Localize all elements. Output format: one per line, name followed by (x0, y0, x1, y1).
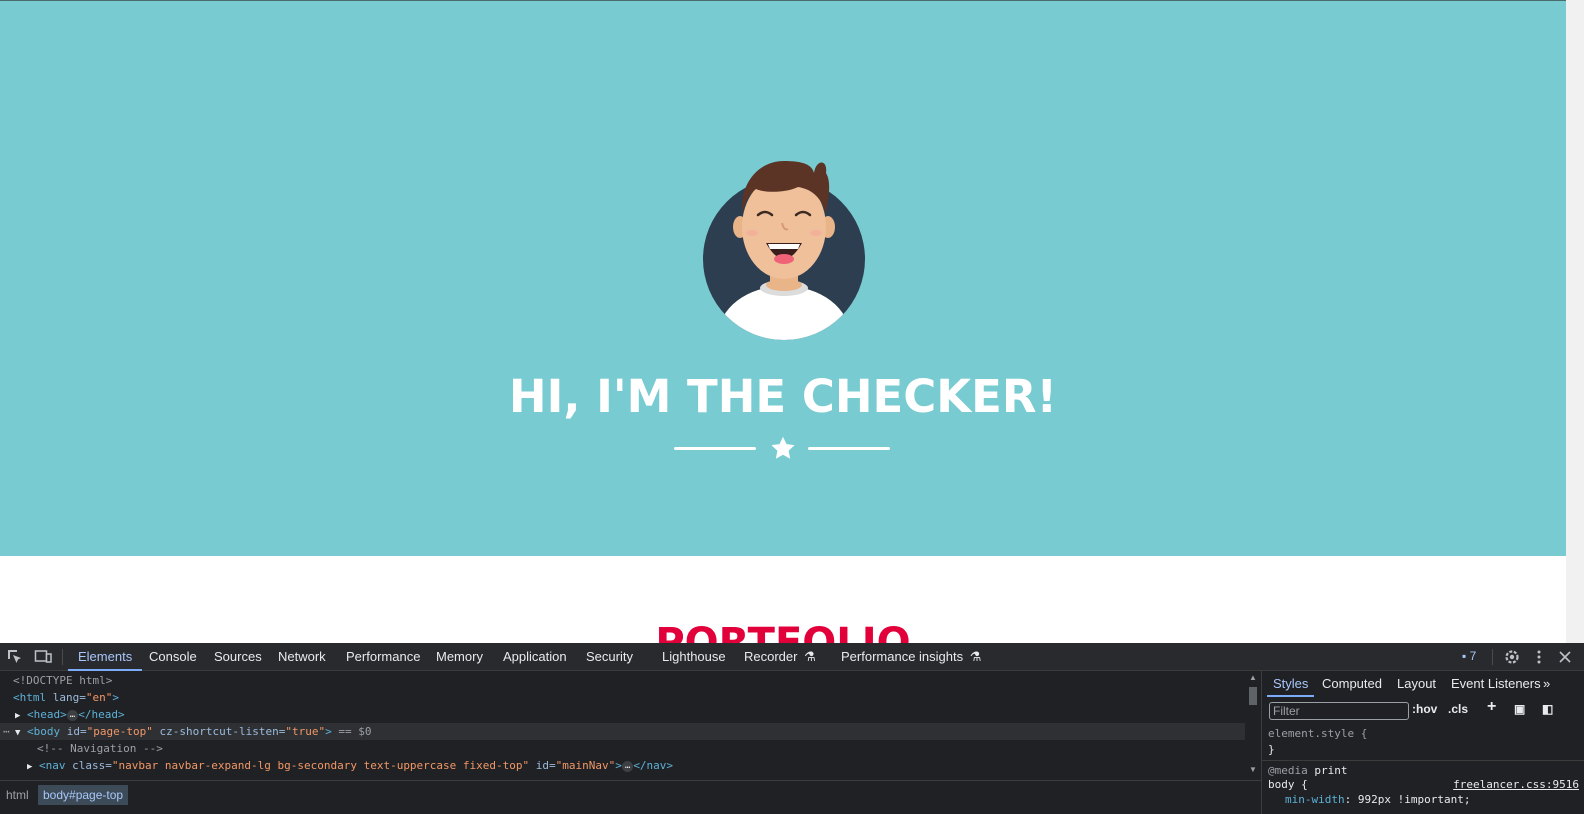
dom-body-node-selected[interactable]: ⋯ ▼ <body id="page-top" cz-shortcut-list… (0, 723, 1245, 740)
hov-toggle[interactable]: :hov (1412, 702, 1437, 716)
tab-computed[interactable]: Computed (1322, 671, 1382, 697)
star-icon (771, 436, 795, 459)
close-devtools-icon[interactable] (1556, 648, 1574, 666)
issues-counter[interactable]: ▪ 7 (1462, 643, 1476, 670)
ellipsis-badge[interactable]: … (66, 709, 79, 721)
tab-lighthouse[interactable]: Lighthouse (662, 643, 726, 670)
dom-scrollbar[interactable]: ▲ ▼ (1245, 671, 1261, 779)
dom-comment[interactable]: <!-- Navigation --> (37, 740, 163, 757)
avatar (703, 161, 865, 340)
element-style-rule[interactable]: element.style { (1268, 727, 1367, 740)
cls-toggle[interactable]: .cls (1448, 702, 1468, 716)
devtools-tabbar: Elements Console Sources Network Perform… (0, 643, 1584, 671)
collapse-triangle-icon[interactable]: ▼ (15, 728, 20, 738)
devtools-panel: Elements Console Sources Network Perform… (0, 643, 1584, 814)
dom-nav-node[interactable]: ▶ <nav class="navbar navbar-expand-lg bg… (27, 757, 673, 774)
styles-pane: Styles Computed Layout Event Listeners »… (1261, 671, 1584, 814)
css-declaration[interactable]: min-width: 992px !important; (1285, 793, 1470, 806)
dom-tree: <!DOCTYPE html> <html lang="en"> ▶ <head… (0, 671, 1245, 779)
inspect-element-icon[interactable] (6, 648, 24, 666)
media-query: @media print (1268, 764, 1348, 777)
tab-console[interactable]: Console (149, 643, 197, 670)
more-options-icon[interactable] (1530, 648, 1548, 666)
tab-security[interactable]: Security (586, 643, 633, 670)
tab-performance-insights-label: Performance insights (841, 649, 964, 664)
dom-html-node[interactable]: <html lang="en"> (13, 689, 119, 706)
breadcrumb: html body#page-top (0, 780, 1261, 808)
device-toolbar-icon[interactable] (34, 648, 52, 666)
ellipsis-badge[interactable]: … (621, 760, 634, 772)
flask-icon: ⚗ (804, 649, 816, 664)
page-scrollbar[interactable] (1566, 0, 1584, 643)
tab-recorder-label: Recorder (744, 649, 798, 664)
expand-triangle-icon[interactable]: ▶ (15, 711, 20, 721)
flask-icon: ⚗ (969, 649, 982, 664)
tab-separator (62, 649, 63, 665)
tab-performance[interactable]: Performance (346, 643, 420, 670)
rule-close-brace: } (1268, 743, 1275, 756)
selected-marker: == $0 (338, 725, 372, 738)
tab-separator (1492, 649, 1493, 665)
page-viewport: HI, I'M THE CHECKER! PORTFOLIO (0, 0, 1566, 649)
breadcrumb-body[interactable]: body#page-top (38, 785, 129, 805)
tab-sources[interactable]: Sources (214, 643, 262, 670)
paint-brush-icon[interactable]: ▣ (1514, 702, 1525, 716)
settings-gear-icon[interactable] (1503, 648, 1521, 666)
tab-elements[interactable]: Elements (67, 643, 143, 671)
tab-memory[interactable]: Memory (436, 643, 483, 670)
issues-count: 7 (1469, 649, 1477, 663)
tab-layout[interactable]: Layout (1397, 671, 1436, 697)
expand-triangle-icon[interactable]: ▶ (27, 762, 32, 772)
body-rule-selector[interactable]: body { (1268, 778, 1308, 791)
tab-network[interactable]: Network (278, 643, 326, 670)
stylesheet-source-link[interactable]: freelancer.css:9516 (1453, 778, 1579, 791)
divider-line-left (674, 447, 756, 450)
star-divider (674, 434, 892, 464)
tab-styles[interactable]: Styles (1266, 671, 1315, 697)
new-style-rule-icon[interactable]: + (1487, 698, 1496, 716)
tab-performance-insights[interactable]: Performance insights ⚗ (841, 643, 981, 670)
masthead: HI, I'M THE CHECKER! (0, 1, 1566, 556)
tab-recorder[interactable]: Recorder ⚗ (744, 643, 816, 670)
rule-divider (1262, 760, 1584, 761)
toggle-sidebar-icon[interactable]: ◧ (1542, 702, 1553, 716)
dom-doctype[interactable]: <!DOCTYPE html> (13, 672, 112, 689)
dom-head-node[interactable]: ▶ <head>… </head> (15, 706, 125, 723)
row-more-icon[interactable]: ⋯ (3, 723, 10, 740)
tab-event-listeners[interactable]: Event Listeners (1451, 671, 1541, 697)
divider-line-right (808, 447, 890, 450)
scroll-up-icon[interactable]: ▲ (1249, 673, 1257, 682)
more-tabs-icon[interactable]: » (1543, 671, 1550, 697)
scroll-down-icon[interactable]: ▼ (1249, 765, 1257, 774)
breadcrumb-html[interactable]: html (1, 785, 34, 805)
dom-scrollbar-thumb[interactable] (1249, 687, 1257, 705)
message-icon: ▪ (1462, 649, 1467, 663)
tab-application[interactable]: Application (503, 643, 567, 670)
styles-filter-input[interactable]: Filter (1269, 702, 1409, 720)
hero-title: HI, I'M THE CHECKER! (508, 370, 1058, 423)
